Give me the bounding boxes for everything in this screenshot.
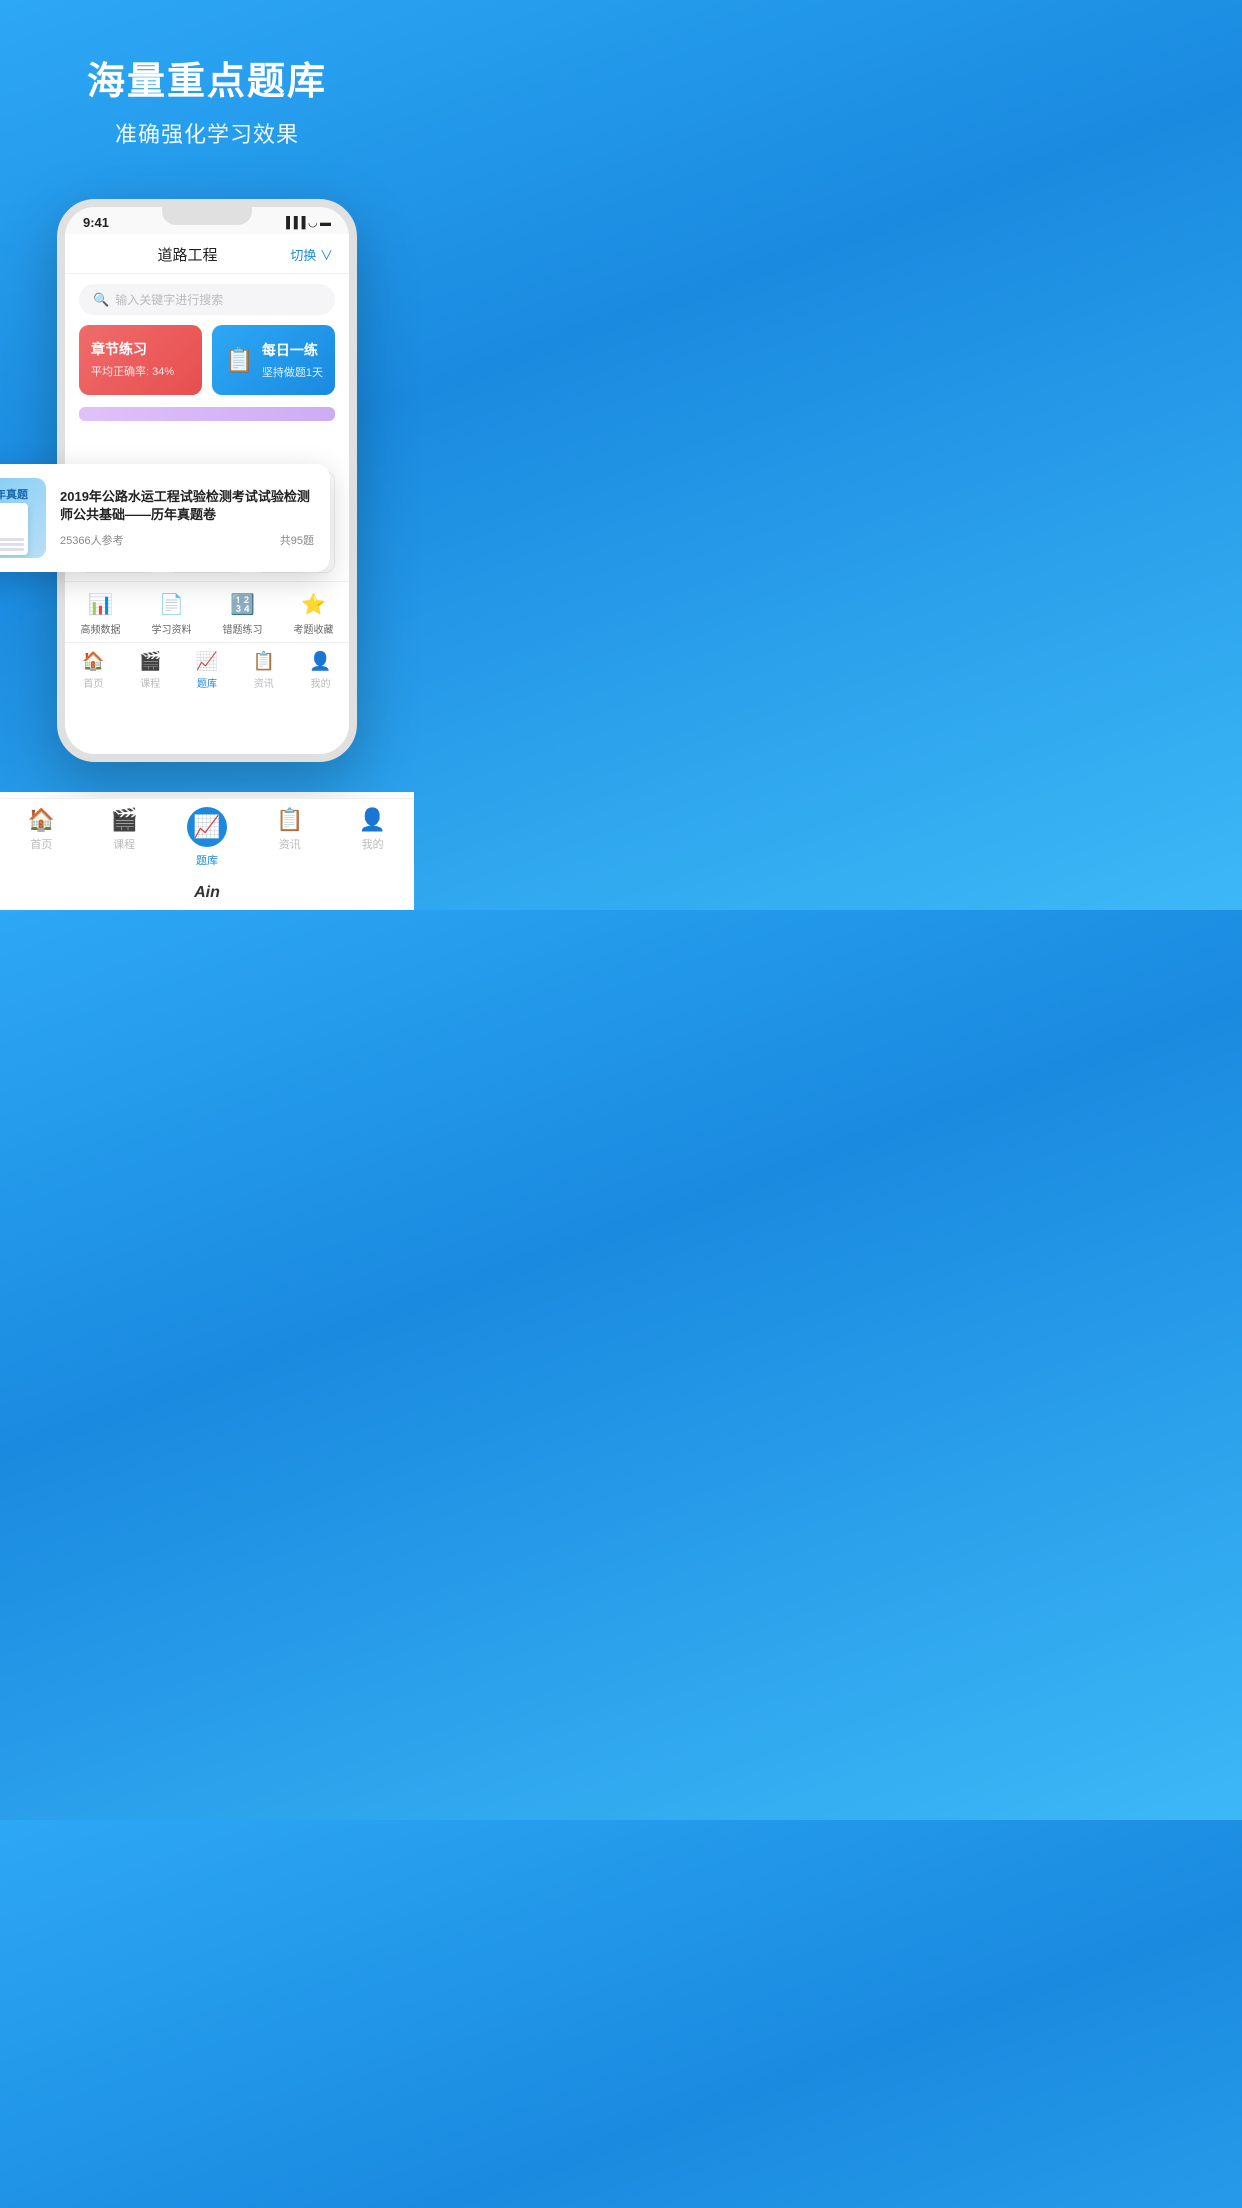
home-label: 首页 <box>83 675 103 690</box>
favorites-icon: ⭐ <box>301 592 326 617</box>
chapter-card-sub: 平均正确率: 34% <box>91 363 190 379</box>
phone-notch <box>162 207 252 225</box>
phone-tab-course[interactable]: 🎬 课程 <box>122 651 179 690</box>
popup-meta: 25366人参考 共95题 <box>60 532 314 548</box>
app-tabbar-wrapper: 🏠 首页 🎬 课程 📈 题库 📋 资讯 👤 我的 Ain <box>0 792 414 910</box>
app-home-icon: 🏠 <box>28 807 55 833</box>
daily-card-title: 每日一练 <box>262 340 323 360</box>
study-material-label: 学习资料 <box>152 621 192 636</box>
app-tabbar: 🏠 首页 🎬 课程 📈 题库 📋 资讯 👤 我的 <box>0 798 414 880</box>
mine-label: 我的 <box>311 675 331 690</box>
wrong-practice-icon: 🔢 <box>230 592 255 617</box>
phone-tab-home[interactable]: 🏠 首页 <box>65 651 122 690</box>
app-mine-icon: 👤 <box>359 807 386 833</box>
app-news-label: 资讯 <box>279 836 301 852</box>
app-home-label: 首页 <box>30 836 52 852</box>
phone-status-bar: 9:41 ▐▐▐ ◟◞ ▬ <box>65 207 349 234</box>
popup-thumbnail: 历年真题 <box>0 478 46 558</box>
phone-tab-news[interactable]: 📋 资讯 <box>235 651 292 690</box>
popup-title: 2019年公路水运工程试验检测考试试验检测师公共基础——历年真题卷 <box>60 488 314 524</box>
popup-thumb-doc <box>0 503 28 555</box>
popup-line-3 <box>0 548 24 551</box>
news-icon: 📋 <box>253 651 275 672</box>
high-freq-label: 高频数据 <box>81 621 121 636</box>
practice-cards-row: 章节练习 平均正确率: 34% 📋 每日一练 坚持做题1天 <box>79 325 335 395</box>
favorites-label: 考题收藏 <box>294 621 334 636</box>
battery-icon: ▬ <box>320 217 331 229</box>
search-icon: 🔍 <box>93 292 109 308</box>
popup-line-1 <box>0 538 24 541</box>
bottom-text: Ain <box>0 880 414 910</box>
app-tab-questions[interactable]: 📈 题库 <box>166 807 249 868</box>
study-material-tool[interactable]: 📄 学习资料 <box>136 592 207 636</box>
high-freq-tool[interactable]: 📊 高频数据 <box>65 592 136 636</box>
news-label: 资讯 <box>254 675 274 690</box>
phone-bottom-tabs: 🏠 首页 🎬 课程 📈 题库 📋 资讯 👤 我的 <box>65 642 349 696</box>
phone-navbar: ‹ 道路工程 切换 ∨ <box>65 234 349 274</box>
phone-status-icons: ▐▐▐ ◟◞ ▬ <box>282 216 331 229</box>
phone-nav-switch[interactable]: 切换 ∨ <box>290 245 333 264</box>
daily-practice-card[interactable]: 📋 每日一练 坚持做题1天 <box>212 325 335 395</box>
questions-label: 题库 <box>197 675 217 690</box>
chapter-card-title: 章节练习 <box>91 339 190 359</box>
popup-participants: 25366人参考 <box>60 532 124 548</box>
chapter-practice-card[interactable]: 章节练习 平均正确率: 34% <box>79 325 202 395</box>
daily-card-text: 每日一练 坚持做题1天 <box>262 340 323 380</box>
tools-row: 📊 高频数据 📄 学习资料 🔢 错题练习 ⭐ 考题收藏 <box>65 581 349 642</box>
wrong-practice-label: 错题练习 <box>223 621 263 636</box>
questions-icon: 📈 <box>196 651 218 672</box>
app-questions-icon: 📈 <box>193 814 220 840</box>
app-questions-label: 题库 <box>196 852 218 868</box>
popup-info: 2019年公路水运工程试验检测考试试验检测师公共基础——历年真题卷 25366人… <box>60 488 314 548</box>
app-course-icon: 🎬 <box>110 807 137 833</box>
app-tab-news[interactable]: 📋 资讯 <box>248 807 331 868</box>
app-tab-course[interactable]: 🎬 课程 <box>83 807 166 868</box>
popup-line-2 <box>0 543 24 546</box>
search-placeholder: 输入关键字进行搜索 <box>115 291 223 308</box>
app-news-icon: 📋 <box>276 807 303 833</box>
favorites-tool[interactable]: ⭐ 考题收藏 <box>278 592 349 636</box>
phone-tab-mine[interactable]: 👤 我的 <box>292 651 349 690</box>
wifi-icon: ◟◞ <box>308 216 317 229</box>
course-label: 课程 <box>140 675 160 690</box>
app-tab-mine[interactable]: 👤 我的 <box>331 807 414 868</box>
wrong-practice-tool[interactable]: 🔢 错题练习 <box>207 592 278 636</box>
app-course-label: 课程 <box>113 836 135 852</box>
home-icon: 🏠 <box>82 651 104 672</box>
phone-mockup-wrapper: 9:41 ▐▐▐ ◟◞ ▬ ‹ 道路工程 切换 ∨ 🔍 输入关键字进行搜索 <box>0 169 414 762</box>
app-mine-label: 我的 <box>362 836 384 852</box>
popup-thumb-label: 历年真题 <box>0 486 46 502</box>
high-freq-icon: 📊 <box>88 592 113 617</box>
popup-total-questions: 共95题 <box>280 532 314 548</box>
popup-card[interactable]: 历年真题 2019年公路水运工程试验检测考试试验检测师公共基础——历年真题卷 2… <box>0 464 330 572</box>
course-icon: 🎬 <box>139 651 161 672</box>
purple-strip <box>79 407 335 421</box>
daily-card-sub: 坚持做题1天 <box>262 364 323 380</box>
hero-subtitle: 准确强化学习效果 <box>20 117 394 149</box>
app-tab-home[interactable]: 🏠 首页 <box>0 807 83 868</box>
phone-tab-questions[interactable]: 📈 题库 <box>179 651 236 690</box>
app-questions-badge: 📈 <box>187 807 227 847</box>
mine-icon: 👤 <box>309 651 331 672</box>
phone-nav-title: 道路工程 <box>158 244 218 265</box>
hero-title: 海量重点题库 <box>20 50 394 105</box>
signal-icon: ▐▐▐ <box>282 217 305 229</box>
daily-card-icon: 📋 <box>224 346 254 375</box>
study-material-icon: 📄 <box>159 592 184 617</box>
phone-time: 9:41 <box>83 215 109 230</box>
phone-search-bar[interactable]: 🔍 输入关键字进行搜索 <box>79 284 335 315</box>
hero-section: 海量重点题库 准确强化学习效果 <box>0 0 414 169</box>
